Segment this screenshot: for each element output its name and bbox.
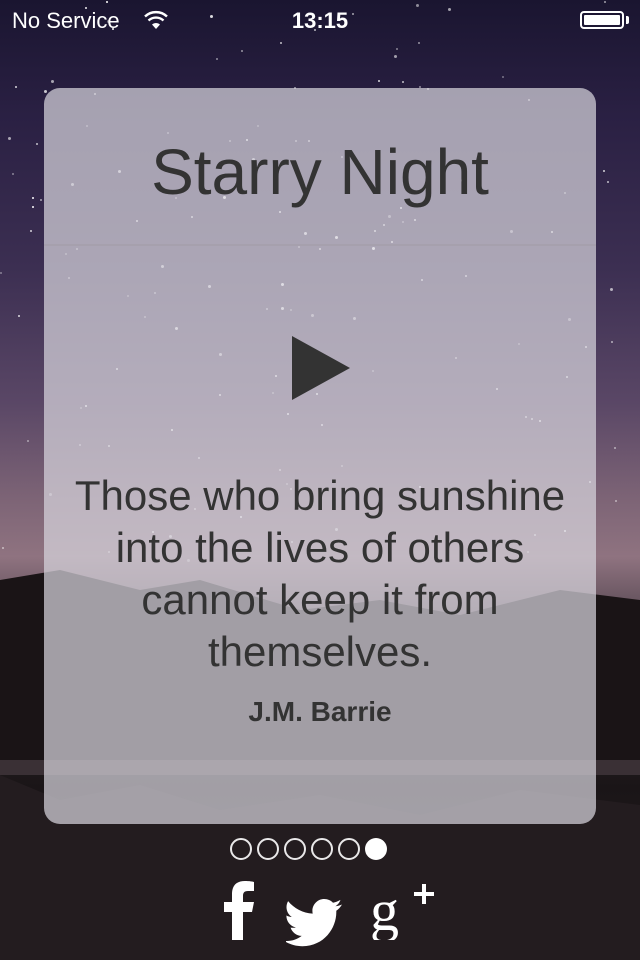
svg-text:g: g (370, 880, 399, 940)
status-bar: No Service 13:15 (0, 0, 640, 40)
page-dot[interactable] (338, 838, 360, 860)
quote-text: Those who bring sunshine into the lives … (74, 472, 566, 675)
twitter-icon[interactable] (286, 892, 342, 952)
card-header: Starry Night (44, 88, 596, 246)
battery-tip (626, 16, 629, 24)
star (394, 55, 397, 58)
star (30, 230, 32, 232)
star (0, 272, 2, 274)
star (502, 76, 504, 78)
star (378, 80, 380, 82)
star (40, 199, 42, 201)
play-icon[interactable] (292, 336, 352, 400)
star (12, 173, 14, 175)
clock: 13:15 (291, 8, 349, 33)
star (614, 447, 616, 449)
page-dot[interactable] (365, 838, 387, 860)
star (36, 143, 38, 145)
quote-card: Starry Night Those who bring sunshine in… (44, 88, 596, 824)
page-dot[interactable] (230, 838, 252, 860)
star (27, 440, 29, 442)
star (8, 137, 11, 140)
star (402, 81, 404, 83)
battery-icon (580, 11, 624, 29)
star (32, 197, 34, 199)
star (216, 58, 218, 60)
star (15, 86, 17, 88)
facebook-icon[interactable] (222, 880, 256, 940)
card-title: Starry Night (151, 136, 489, 208)
star (610, 288, 613, 291)
star (280, 42, 282, 44)
battery-level (584, 15, 620, 25)
page-indicator[interactable] (230, 838, 387, 862)
star (396, 48, 398, 50)
page-dot[interactable] (311, 838, 333, 860)
quote-author: J.M. Barrie (248, 696, 392, 727)
star (607, 181, 609, 183)
star (603, 170, 605, 172)
star (51, 80, 54, 83)
star (18, 315, 20, 317)
star (32, 206, 34, 208)
star (241, 50, 243, 52)
page-dot[interactable] (257, 838, 279, 860)
page-dot[interactable] (284, 838, 306, 860)
star (611, 341, 613, 343)
star (44, 90, 47, 93)
star (2, 547, 4, 549)
star (418, 42, 420, 44)
star (615, 500, 617, 502)
google-plus-icon[interactable]: g (370, 880, 434, 940)
